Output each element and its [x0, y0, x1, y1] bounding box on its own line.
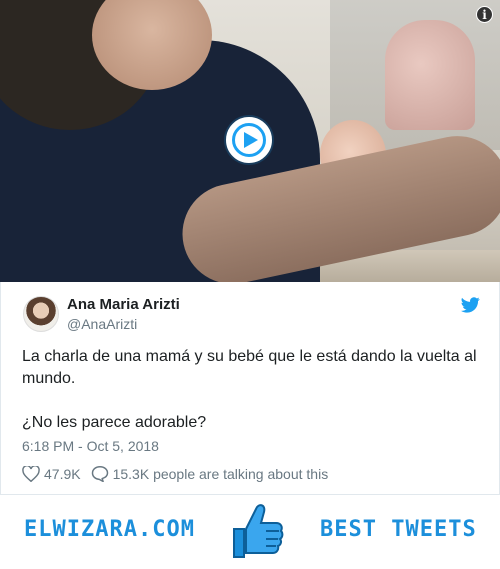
twitter-bird-icon[interactable]: [461, 297, 480, 313]
heart-icon: [22, 465, 40, 482]
thumbs-up-icon: [233, 504, 284, 558]
video-hanging-clothes: [385, 20, 475, 130]
play-button[interactable]: [226, 117, 272, 163]
tweet-timestamp[interactable]: 6:18 PM - Oct 5, 2018: [22, 438, 159, 454]
info-icon[interactable]: i: [476, 6, 493, 23]
talking-count: 15.3K people are talking about this: [112, 465, 329, 482]
tweet-card: Ana Maria Arizti @AnaArizti La charla de…: [0, 282, 500, 495]
author-name[interactable]: Ana Maria Arizti: [67, 296, 180, 313]
avatar[interactable]: [23, 296, 59, 332]
tweet-actions: 47.9K 15.3K people are talking about thi…: [22, 465, 338, 482]
play-icon: [244, 132, 258, 148]
like-count: 47.9K: [44, 465, 81, 482]
site-banner: ELWIZARA.COM BEST TWEETS: [0, 495, 500, 569]
like-button[interactable]: 47.9K: [22, 465, 81, 482]
author-handle[interactable]: @AnaArizti: [67, 316, 137, 332]
tweet-text-line-2: ¿No les parece adorable?: [22, 414, 207, 431]
video-player[interactable]: i: [0, 0, 500, 282]
conversation-button[interactable]: 15.3K people are talking about this: [91, 465, 329, 482]
speech-bubble-icon: [91, 465, 108, 482]
tweet-text-line-1: La charla de una mamá y su bebé que le e…: [22, 348, 477, 387]
banner-site-name[interactable]: ELWIZARA.COM: [24, 517, 195, 542]
banner-best-tweets[interactable]: BEST TWEETS: [320, 517, 477, 542]
